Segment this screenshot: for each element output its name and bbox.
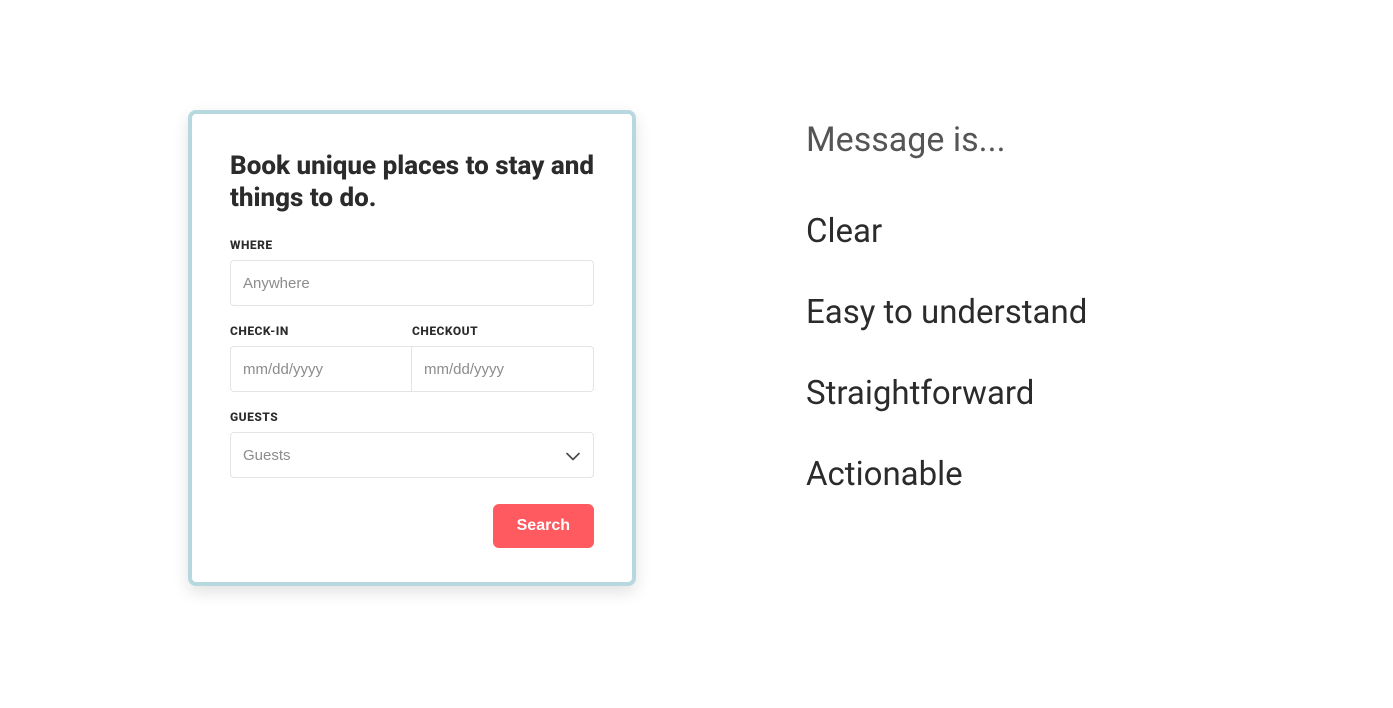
booking-card: Book unique places to stay and things to… (188, 110, 636, 586)
where-input[interactable] (230, 260, 594, 306)
card-title: Book unique places to stay and things to… (230, 150, 594, 214)
where-field-group: WHERE (230, 238, 594, 306)
checkin-field-group: CHECK-IN (230, 324, 412, 392)
guests-label: GUESTS (230, 410, 594, 424)
guests-select-wrapper: Guests (230, 432, 594, 478)
annotations-heading: Message is... (806, 120, 1087, 160)
button-row: Search (230, 504, 594, 548)
checkin-input[interactable] (230, 346, 412, 392)
checkout-field-group: CHECKOUT (412, 324, 594, 392)
annotations-panel: Message is... Clear Easy to understand S… (806, 110, 1087, 536)
annotation-item: Straightforward (806, 374, 1087, 413)
annotation-item: Easy to understand (806, 293, 1087, 332)
main-container: Book unique places to stay and things to… (0, 0, 1393, 586)
guests-field-group: GUESTS Guests (230, 410, 594, 478)
where-label: WHERE (230, 238, 594, 252)
date-row: CHECK-IN CHECKOUT (230, 324, 594, 392)
search-button[interactable]: Search (493, 504, 594, 548)
annotation-item: Clear (806, 212, 1087, 251)
checkin-label: CHECK-IN (230, 324, 412, 338)
checkout-input[interactable] (412, 346, 594, 392)
checkout-label: CHECKOUT (412, 324, 594, 338)
guests-select[interactable]: Guests (230, 432, 594, 478)
annotation-item: Actionable (806, 455, 1087, 494)
